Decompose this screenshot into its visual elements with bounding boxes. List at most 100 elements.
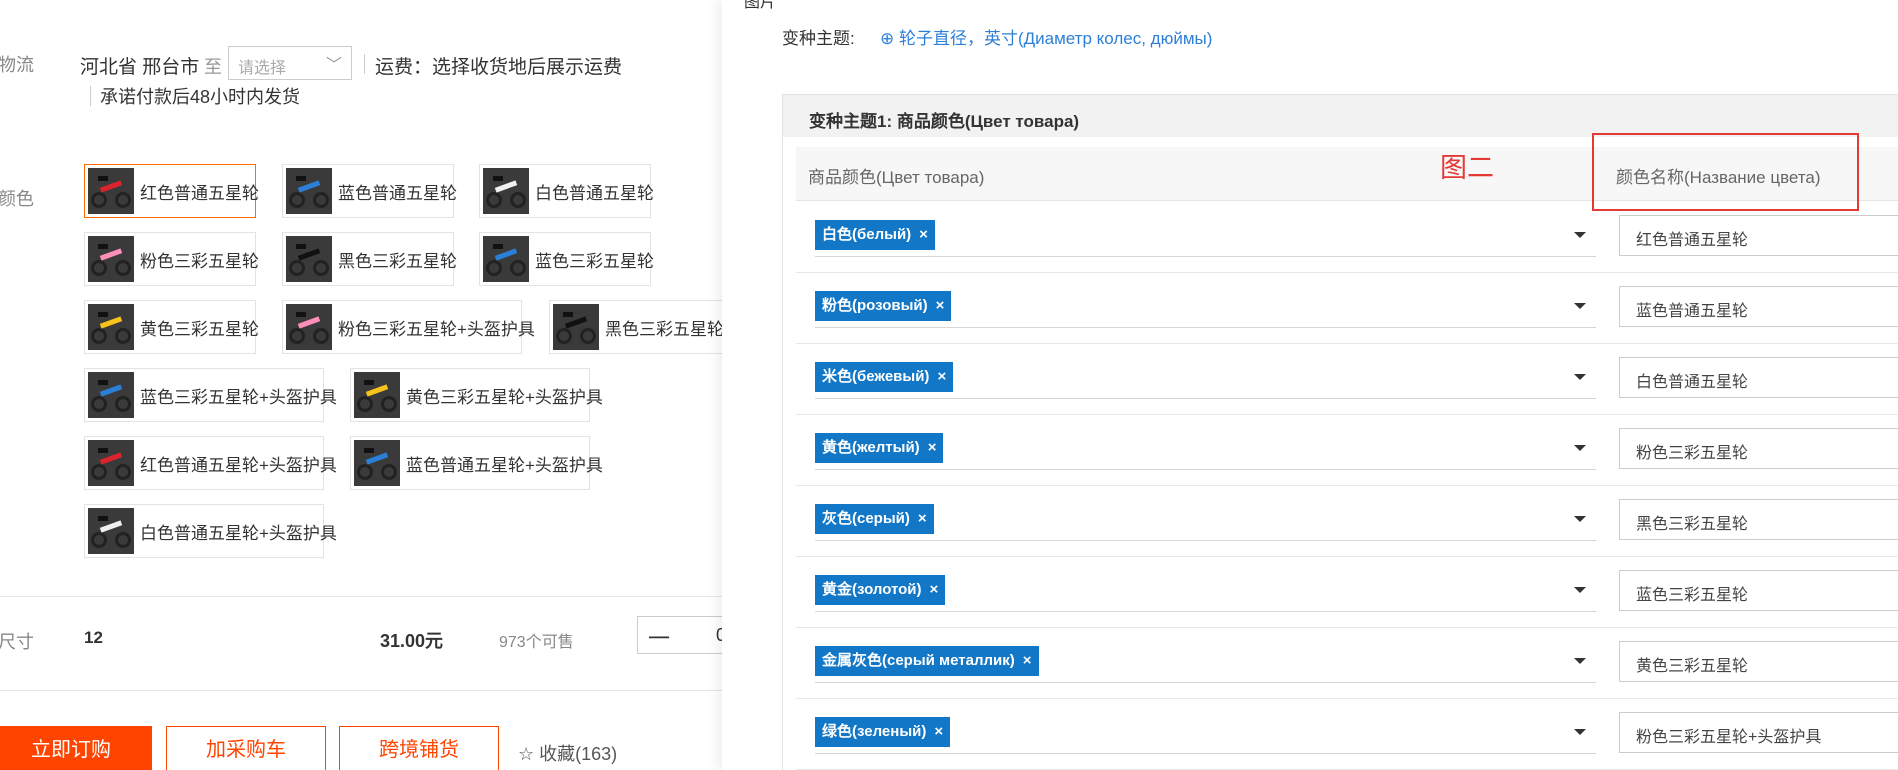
close-icon[interactable]: × [928,439,937,456]
close-icon[interactable]: × [934,723,943,740]
close-icon[interactable]: × [937,368,946,385]
color-option[interactable]: 黄色三彩五星轮 [84,300,259,354]
color-option-label: 粉色三彩五星轮+头盔护具 [338,319,535,339]
annotation-box [1592,133,1859,211]
bike-thumbnail [88,372,134,418]
dropdown-caret-icon[interactable] [1574,516,1586,522]
color-name-input[interactable]: 蓝色普通五星轮 [1619,286,1898,327]
color-option[interactable]: 黄色三彩五星轮+头盔护具 [350,368,603,422]
tag-label: 金属灰色(серый металлик) [822,652,1015,669]
selected-color-tag: 白色(белый) × [815,220,935,250]
color-option[interactable]: 红色普通五星轮 [84,164,259,218]
selected-color-tag: 米色(бежевый) × [815,362,954,392]
dropdown-caret-icon[interactable] [1574,445,1586,451]
cross-border-button[interactable]: 跨境铺货 [339,726,499,770]
favorite-button[interactable]: ☆ 收藏(163) [518,740,617,766]
color-multiselect[interactable]: 米色(бежевый) × [815,354,1596,399]
price: 31.00元 [380,631,444,651]
color-option-label: 红色普通五星轮 [140,183,259,203]
color-multiselect[interactable]: 灰色(серый) × [815,496,1596,541]
color-option-label: 粉色三彩五星轮 [140,251,259,271]
close-icon[interactable]: × [930,581,939,598]
dropdown-caret-icon[interactable] [1574,374,1586,380]
color-option[interactable]: 蓝色普通五星轮 [282,164,457,218]
table-row: 粉色(розовый) × 蓝色普通五星轮 [796,272,1898,344]
bike-thumbnail [88,236,134,282]
color-option[interactable]: 黑色三彩五星轮 [282,232,457,286]
dropdown-caret-icon[interactable] [1574,658,1586,664]
buy-now-button[interactable]: 立即订购 [0,726,152,770]
color-multiselect[interactable]: 绿色(зеленый) × [815,709,1596,754]
color-name-value: 黑色三彩五星轮 [1636,516,1749,533]
bike-thumbnail [354,440,400,486]
color-multiselect[interactable]: 白色(белый) × [815,212,1596,257]
destination-select[interactable]: 请选择 ﹀ [228,46,352,80]
tag-label: 黄金(золотой) [822,581,922,598]
favorite-label: 收藏(163) [539,744,618,764]
panel-title: 变种主题1: 商品颜色(Цвет товара) [809,112,1080,131]
dropdown-caret-icon[interactable] [1574,303,1586,309]
color-option[interactable]: 蓝色普通五星轮+头盔护具 [350,436,603,490]
color-option[interactable]: 蓝色三彩五星轮 [479,232,654,286]
dropdown-caret-icon[interactable] [1574,232,1586,238]
color-multiselect[interactable]: 黄金(золотой) × [815,567,1596,612]
decrement-button[interactable]: 一 [648,621,670,653]
color-name-input[interactable]: 红色普通五星轮 [1619,215,1898,256]
variant-theme-label: 变种主题: [782,29,855,48]
color-option-label: 蓝色普通五星轮 [338,183,457,203]
close-icon[interactable]: × [919,226,928,243]
quantity-stepper[interactable]: 一 0 [637,616,722,654]
add-variant-theme-button[interactable]: ⊕ 轮子直径，英寸(Диаметр колес, дюймы) [880,24,1212,49]
color-option[interactable]: 蓝色三彩五星轮+头盔护具 [84,368,337,422]
add-variant-label: 轮子直径，英寸(Диаметр колес, дюймы) [898,29,1213,48]
dropdown-caret-icon[interactable] [1574,587,1586,593]
tag-label: 黄色(желтый) [822,439,920,456]
table-row: 灰色(серый) × 黑色三彩五星轮 [796,485,1898,557]
color-option[interactable]: 黑色三彩五星轮+ [549,300,722,354]
color-option-label: 黑色三彩五星轮+ [605,319,722,339]
color-multiselect[interactable]: 粉色(розовый) × [815,283,1596,328]
bike-thumbnail [88,508,134,554]
color-option[interactable]: 粉色三彩五星轮+头盔护具 [282,300,535,354]
dropdown-caret-icon[interactable] [1574,729,1586,735]
stock-count: 973个可售 [499,634,574,651]
selected-color-tag: 绿色(зеленый) × [815,717,951,747]
destination-placeholder: 请选择 [238,60,287,77]
close-icon[interactable]: × [936,297,945,314]
color-name-input[interactable]: 黑色三彩五星轮 [1619,499,1898,540]
close-icon[interactable]: × [918,510,927,527]
color-name-value: 粉色三彩五星轮+头盔护具 [1636,729,1822,746]
color-option[interactable]: 白色普通五星轮+头盔护具 [84,504,337,558]
color-option-label: 白色普通五星轮+头盔护具 [140,523,337,543]
color-name-input[interactable]: 粉色三彩五星轮+头盔护具 [1619,712,1898,753]
color-option-label: 黄色三彩五星轮 [140,319,259,339]
color-multiselect[interactable]: 金属灰色(серый металлик) × [815,638,1596,683]
bike-thumbnail [286,236,332,282]
bike-thumbnail [483,236,529,282]
color-name-value: 黄色三彩五星轮 [1636,658,1749,675]
color-option-label: 红色普通五星轮+头盔护具 [140,455,337,475]
bike-thumbnail [88,168,134,214]
tag-label: 粉色(розовый) [822,297,928,314]
table-row: 绿色(зеленый) × 粉色三彩五星轮+头盔护具 [796,698,1898,770]
color-multiselect[interactable]: 黄色(желтый) × [815,425,1596,470]
color-option-label: 白色普通五星轮 [535,183,654,203]
color-name-input[interactable]: 蓝色三彩五星轮 [1619,570,1898,611]
table-row: 金属灰色(серый металлик) × 黄色三彩五星轮 [796,627,1898,699]
delivery-promise: 承诺付款后48小时内发货 [100,87,301,107]
selected-color-tag: 金属灰色(серый металлик) × [815,646,1039,676]
color-option-label: 蓝色三彩五星轮+头盔护具 [140,387,337,407]
size-label: 尺寸 [0,632,34,652]
to-label: 至 [204,57,222,77]
color-option-label: 黑色三彩五星轮 [338,251,457,271]
color-option[interactable]: 粉色三彩五星轮 [84,232,259,286]
add-to-cart-button[interactable]: 加采购车 [166,726,326,770]
color-name-input[interactable]: 白色普通五星轮 [1619,357,1898,398]
color-name-input[interactable]: 黄色三彩五星轮 [1619,641,1898,682]
close-icon[interactable]: × [1023,652,1032,669]
color-name-input[interactable]: 粉色三彩五星轮 [1619,428,1898,469]
selected-color-tag: 粉色(розовый) × [815,291,952,321]
color-option[interactable]: 红色普通五星轮+头盔护具 [84,436,337,490]
color-option[interactable]: 白色普通五星轮 [479,164,654,218]
color-option-label: 蓝色三彩五星轮 [535,251,654,271]
